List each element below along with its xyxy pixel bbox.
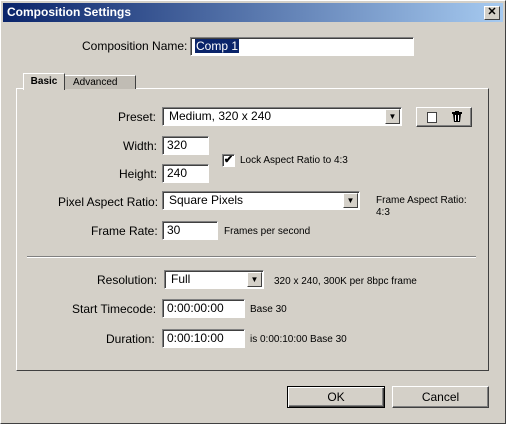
composition-name-value: Comp 1: [195, 39, 240, 53]
height-label: Height:: [119, 167, 158, 181]
lock-aspect-label: Lock Aspect Ratio to 4:3: [240, 155, 348, 166]
resolution-label: Resolution:: [97, 273, 158, 287]
title-bar[interactable]: Composition Settings ✕: [3, 3, 503, 22]
preset-label: Preset:: [118, 110, 157, 124]
start-timecode-field[interactable]: 0:00:00:00: [162, 299, 245, 318]
lock-aspect-checkbox[interactable]: ✔: [222, 154, 235, 167]
chevron-down-icon: ▼: [343, 193, 358, 208]
preset-dropdown[interactable]: Medium, 320 x 240 ▼: [162, 107, 402, 126]
preset-value: Medium, 320 x 240: [169, 109, 272, 123]
new-preset-icon: [427, 112, 437, 123]
tab-advanced-label: Advanced: [73, 77, 118, 88]
chevron-down-icon: ▼: [385, 109, 400, 124]
trash-icon: [452, 111, 462, 122]
frame-rate-label: Frame Rate:: [91, 224, 158, 238]
height-field[interactable]: 240: [162, 164, 209, 183]
preset-button-group: [416, 107, 472, 127]
cancel-button[interactable]: Cancel: [392, 386, 489, 408]
resolution-value: Full: [171, 272, 191, 286]
width-field[interactable]: 320: [162, 136, 209, 155]
window-title: Composition Settings: [7, 5, 131, 19]
frame-rate-field[interactable]: 30: [162, 221, 218, 240]
frame-aspect-value: 4:3: [376, 207, 390, 218]
pixel-aspect-dropdown[interactable]: Square Pixels ▼: [162, 191, 360, 210]
frame-rate-unit: Frames per second: [224, 226, 311, 237]
pixel-aspect-label: Pixel Aspect Ratio:: [58, 195, 159, 209]
divider: [27, 256, 476, 258]
resolution-info: 320 x 240, 300K per 8bpc frame: [274, 276, 417, 287]
tab-basic-label: Basic: [30, 76, 58, 87]
chevron-down-icon: ▼: [247, 272, 262, 287]
close-button[interactable]: ✕: [484, 6, 500, 20]
save-preset-button[interactable]: [421, 110, 443, 124]
frame-aspect-label: Frame Aspect Ratio:: [376, 195, 467, 206]
start-timecode-label: Start Timecode:: [72, 302, 157, 316]
pixel-aspect-value: Square Pixels: [169, 193, 244, 207]
start-timecode-note: Base 30: [250, 304, 287, 315]
duration-field[interactable]: 0:00:10:00: [162, 329, 245, 348]
tab-basic[interactable]: Basic: [23, 73, 65, 90]
tab-advanced[interactable]: Advanced: [64, 75, 136, 89]
width-label: Width:: [123, 139, 158, 153]
resolution-dropdown[interactable]: Full ▼: [164, 270, 264, 289]
duration-note: is 0:00:10:00 Base 30: [250, 334, 347, 345]
composition-name-field[interactable]: Comp 1: [190, 37, 414, 56]
composition-name-label: Composition Name:: [82, 39, 188, 53]
ok-button[interactable]: OK: [287, 386, 385, 408]
duration-label: Duration:: [106, 332, 155, 346]
delete-preset-button[interactable]: [446, 110, 468, 124]
